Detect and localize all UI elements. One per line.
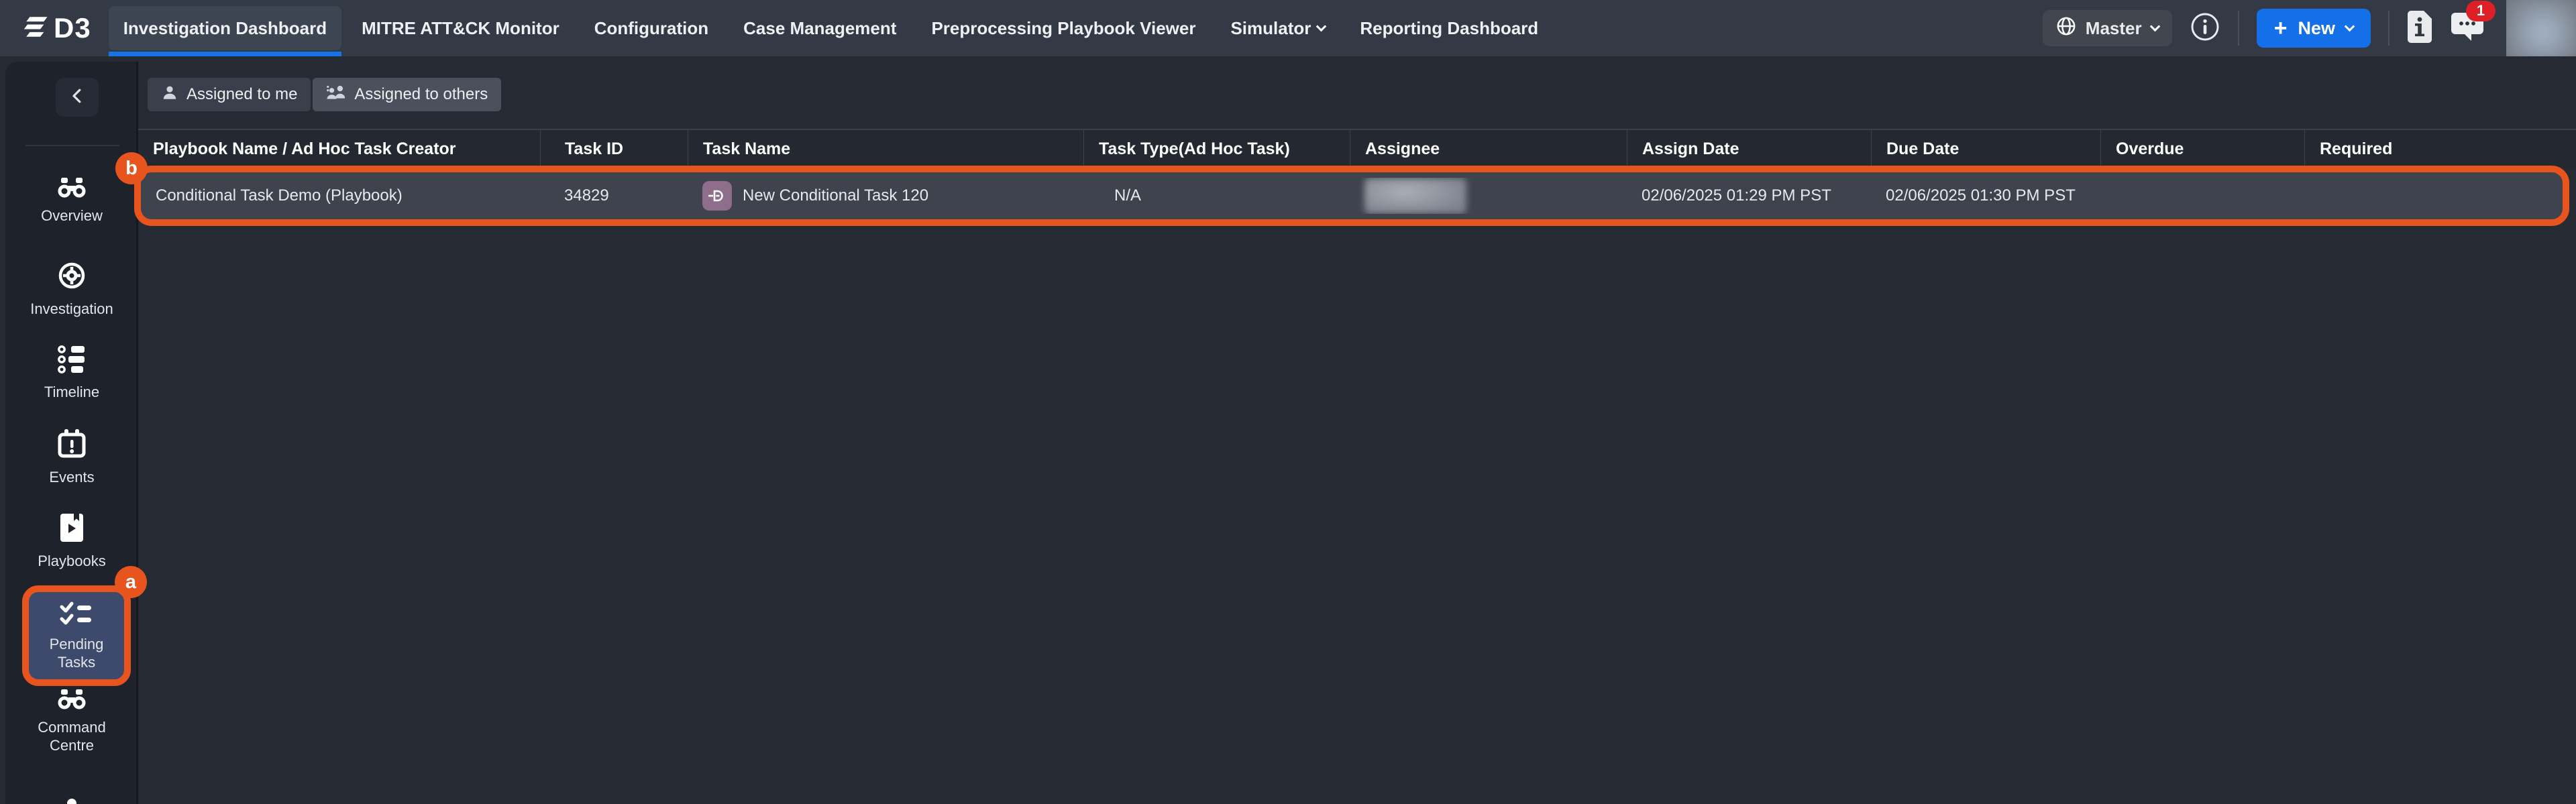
avatar-blurred-image [2506, 0, 2576, 56]
sidebar-item-label: Command Centre [32, 718, 112, 754]
checklist-icon [59, 601, 94, 630]
new-button-label: New [2298, 18, 2335, 39]
column-header-task-name: Task Name [688, 130, 1083, 168]
new-button[interactable]: + New [2257, 9, 2371, 48]
cell-task-type: N/A [1083, 186, 1350, 205]
pending-tasks-annotation-ring: Pending Tasks [22, 585, 131, 686]
cell-due-date: 02/06/2025 01:30 PM PST [1871, 186, 2100, 205]
people-group-icon [326, 84, 346, 106]
column-header-task-type: Task Type(Ad Hoc Task) [1083, 130, 1350, 168]
chevron-down-icon [2149, 21, 2160, 32]
document-info-icon [2407, 10, 2432, 47]
binoculars-icon [56, 176, 87, 201]
divider [2238, 11, 2239, 46]
d3-logo[interactable]: D3 [23, 12, 91, 44]
nav-tabs: Investigation Dashboard MITRE ATT&CK Mon… [109, 0, 1553, 56]
globe-icon [2056, 16, 2076, 41]
column-header-assign-date: Assign Date [1627, 130, 1871, 168]
calendar-alert-icon [57, 428, 87, 463]
sidebar-next-item-partial-icon [67, 799, 76, 804]
tab-case-management[interactable]: Case Management [729, 6, 911, 50]
column-header-task-id: Task ID [540, 130, 688, 168]
tab-label: Investigation Dashboard [123, 18, 327, 39]
assignment-filter-group: Assigned to me Assigned to others [148, 78, 501, 111]
tab-investigation-dashboard[interactable]: Investigation Dashboard [109, 6, 341, 50]
sidebar-divider [25, 145, 119, 146]
environment-label: Master [2086, 18, 2142, 39]
sidebar-item-label: Timeline [44, 383, 99, 401]
timeline-icon [56, 345, 87, 378]
tab-reporting-dashboard[interactable]: Reporting Dashboard [1345, 6, 1553, 50]
divider [2388, 11, 2390, 46]
chevron-down-icon [2345, 21, 2355, 32]
target-icon [56, 260, 87, 294]
filter-label: Assigned to me [186, 85, 297, 104]
tab-simulator[interactable]: Simulator [1216, 6, 1340, 50]
d3-logo-wing-icon [23, 13, 50, 44]
plus-icon: + [2274, 17, 2288, 40]
tab-label: MITRE ATT&CK Monitor [362, 18, 559, 39]
chevron-left-icon [67, 86, 87, 109]
tab-configuration[interactable]: Configuration [580, 6, 723, 50]
cell-task-id: 34829 [540, 186, 688, 205]
table-row[interactable]: Conditional Task Demo (Playbook) 34829 N… [141, 172, 2563, 219]
column-header-required: Required [2304, 130, 2576, 168]
binoculars-icon [56, 688, 87, 713]
assigned-to-others-button[interactable]: Assigned to others [313, 78, 501, 111]
conditional-task-icon [702, 181, 732, 211]
chevron-down-icon [1316, 21, 1327, 32]
cell-assignee [1350, 178, 1627, 214]
tab-label: Case Management [743, 18, 896, 39]
sidebar-item-investigation[interactable]: Investigation [5, 260, 138, 318]
sidebar-item-label: Playbooks [38, 552, 106, 570]
sidebar-item-overview[interactable]: Overview [5, 176, 138, 225]
sidebar-item-command-centre[interactable]: Command Centre [5, 688, 138, 754]
pending-tasks-table-header: Playbook Name / Ad Hoc Task Creator Task… [138, 129, 2576, 168]
environment-selector[interactable]: Master [2043, 10, 2172, 46]
sidebar-item-label: Overview [41, 207, 103, 225]
assignee-redacted [1364, 178, 1466, 214]
tab-label: Configuration [594, 18, 708, 39]
cell-assign-date: 02/06/2025 01:29 PM PST [1627, 186, 1871, 205]
tab-label: Simulator [1230, 18, 1311, 39]
notification-badge: 1 [2466, 1, 2496, 21]
playbook-icon [58, 512, 85, 547]
sidebar-item-label: Investigation [30, 300, 113, 318]
info-icon [2190, 11, 2220, 46]
person-icon [161, 84, 178, 106]
logo-text: D3 [54, 12, 91, 44]
column-header-overdue: Overdue [2100, 130, 2304, 168]
tab-preprocessing-playbook-viewer[interactable]: Preprocessing Playbook Viewer [916, 6, 1210, 50]
task-row-annotation-ring: Conditional Task Demo (Playbook) 34829 N… [134, 166, 2569, 226]
tab-mitre-attack-monitor[interactable]: MITRE ATT&CK Monitor [347, 6, 574, 50]
assigned-to-me-button[interactable]: Assigned to me [148, 78, 311, 111]
column-header-due-date: Due Date [1871, 130, 2100, 168]
filter-label: Assigned to others [354, 85, 488, 104]
release-notes-button[interactable] [2407, 10, 2432, 47]
sidebar-item-label: Pending Tasks [40, 635, 113, 671]
sidebar-item-events[interactable]: Events [5, 428, 138, 486]
user-avatar[interactable] [2506, 0, 2576, 56]
column-header-playbook-name: Playbook Name / Ad Hoc Task Creator [138, 130, 540, 168]
app-root: D3 Investigation Dashboard MITRE ATT&CK … [0, 0, 2576, 804]
top-navbar: D3 Investigation Dashboard MITRE ATT&CK … [0, 0, 2576, 56]
navbar-right-cluster: Master + New [2043, 0, 2576, 56]
task-name-text: New Conditional Task 120 [743, 186, 928, 205]
chat-notifications-button[interactable]: 1 [2450, 11, 2485, 46]
sidebar-collapse-button[interactable] [56, 78, 99, 117]
cell-playbook-name: Conditional Task Demo (Playbook) [141, 186, 540, 205]
sidebar-item-pending-tasks[interactable]: Pending Tasks [29, 592, 124, 679]
info-button[interactable] [2190, 11, 2220, 46]
annotation-badge-b: b [115, 152, 148, 184]
sidebar-item-label: Events [49, 468, 94, 486]
sidebar-item-playbooks[interactable]: Playbooks [5, 512, 138, 570]
sidebar-item-timeline[interactable]: Timeline [5, 345, 138, 401]
annotation-badge-a: a [115, 566, 147, 598]
column-header-assignee: Assignee [1350, 130, 1627, 168]
tab-label: Reporting Dashboard [1360, 18, 1538, 39]
cell-task-name: New Conditional Task 120 [688, 181, 1083, 211]
tab-label: Preprocessing Playbook Viewer [931, 18, 1195, 39]
